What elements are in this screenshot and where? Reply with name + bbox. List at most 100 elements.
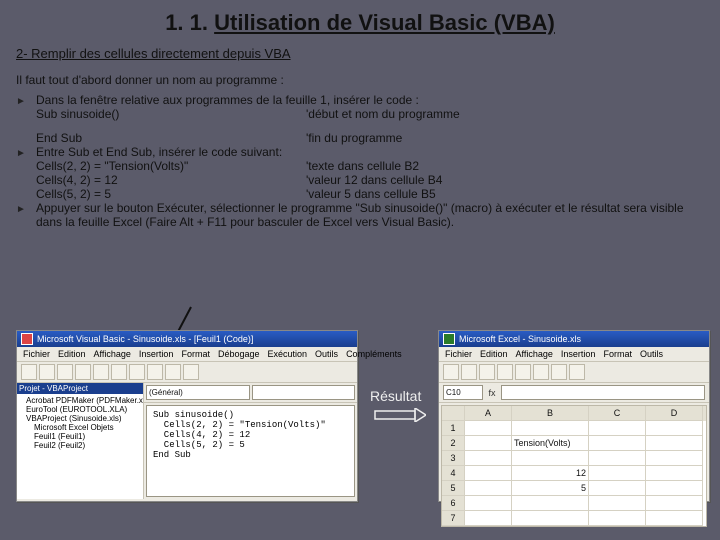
toolbar-run-button[interactable] bbox=[111, 364, 127, 380]
toolbar-button[interactable] bbox=[39, 364, 55, 380]
row-header[interactable]: 2 bbox=[442, 436, 465, 451]
cell[interactable] bbox=[589, 421, 646, 436]
fx-icon[interactable]: fx bbox=[485, 388, 499, 398]
toolbar-button[interactable] bbox=[129, 364, 145, 380]
cell[interactable]: 12 bbox=[512, 466, 589, 481]
project-node[interactable]: EuroTool (EUROTOOL.XLA) bbox=[20, 405, 140, 414]
toolbar-button[interactable] bbox=[165, 364, 181, 380]
cell[interactable] bbox=[512, 511, 589, 526]
cell[interactable] bbox=[589, 466, 646, 481]
cell[interactable] bbox=[646, 421, 703, 436]
menu-item[interactable]: Format bbox=[181, 349, 210, 359]
toolbar-button[interactable] bbox=[461, 364, 477, 380]
menu-item[interactable]: Format bbox=[603, 349, 632, 359]
toolbar-button[interactable] bbox=[443, 364, 459, 380]
menu-item[interactable]: Fichier bbox=[23, 349, 50, 359]
row-header[interactable]: 7 bbox=[442, 511, 465, 526]
spreadsheet-grid[interactable]: A B C D 12Tension(Volts)34125567 bbox=[441, 405, 707, 527]
cell[interactable] bbox=[512, 451, 589, 466]
row-header[interactable]: 3 bbox=[442, 451, 465, 466]
excel-app-icon bbox=[443, 333, 455, 345]
toolbar-button[interactable] bbox=[497, 364, 513, 380]
bullet2-lead: Entre Sub et End Sub, insérer le code su… bbox=[36, 145, 282, 159]
col-header[interactable]: C bbox=[589, 406, 646, 421]
menu-item[interactable]: Outils bbox=[640, 349, 663, 359]
project-node[interactable]: Microsoft Excel Objets bbox=[20, 423, 140, 432]
cell[interactable] bbox=[646, 481, 703, 496]
select-all-cell[interactable] bbox=[442, 406, 465, 421]
toolbar-button[interactable] bbox=[147, 364, 163, 380]
cell[interactable] bbox=[646, 436, 703, 451]
cell[interactable] bbox=[589, 496, 646, 511]
excel-menubar: Fichier Edition Affichage Insertion Format Ou… bbox=[439, 347, 709, 362]
cell[interactable] bbox=[646, 496, 703, 511]
cell[interactable] bbox=[646, 466, 703, 481]
cell[interactable] bbox=[512, 496, 589, 511]
row-header[interactable]: 1 bbox=[442, 421, 465, 436]
toolbar-button[interactable] bbox=[515, 364, 531, 380]
cell[interactable] bbox=[589, 511, 646, 526]
row-header[interactable]: 4 bbox=[442, 466, 465, 481]
menu-item[interactable]: Edition bbox=[58, 349, 86, 359]
cell[interactable]: 5 bbox=[512, 481, 589, 496]
menu-item[interactable]: Affichage bbox=[516, 349, 553, 359]
formula-bar[interactable] bbox=[501, 385, 705, 400]
cell[interactable] bbox=[512, 421, 589, 436]
cell[interactable] bbox=[646, 511, 703, 526]
toolbar-button[interactable] bbox=[479, 364, 495, 380]
project-node[interactable]: Feuil1 (Feuil1) bbox=[20, 432, 140, 441]
col-header[interactable]: A bbox=[465, 406, 512, 421]
toolbar-button[interactable] bbox=[75, 364, 91, 380]
project-node[interactable]: Feuil2 (Feuil2) bbox=[20, 441, 140, 450]
title-prefix: 1. 1. bbox=[165, 10, 208, 35]
comment-sub-open: 'début et nom du programme bbox=[306, 107, 704, 121]
menu-item[interactable]: Affichage bbox=[94, 349, 131, 359]
project-node[interactable]: VBAProject (Sinusoide.xls) bbox=[20, 414, 140, 423]
cell[interactable] bbox=[589, 481, 646, 496]
cell[interactable] bbox=[465, 481, 512, 496]
menu-item[interactable]: Débogage bbox=[218, 349, 260, 359]
menu-item[interactable]: Insertion bbox=[139, 349, 174, 359]
cell[interactable] bbox=[465, 466, 512, 481]
cell[interactable] bbox=[465, 451, 512, 466]
project-node[interactable]: Acrobat PDFMaker (PDFMaker.xla) bbox=[20, 396, 140, 405]
toolbar-button[interactable] bbox=[93, 364, 109, 380]
row-header[interactable]: 5 bbox=[442, 481, 465, 496]
object-dropdown[interactable]: (Général) bbox=[146, 385, 250, 400]
cell[interactable] bbox=[589, 451, 646, 466]
menu-item[interactable]: Edition bbox=[480, 349, 508, 359]
title-main: Utilisation de Visual Basic (VBA) bbox=[214, 10, 555, 35]
bullet1-lead: Dans la fenêtre relative aux programmes … bbox=[36, 93, 419, 107]
menu-item[interactable]: Fichier bbox=[445, 349, 472, 359]
row-header[interactable]: 6 bbox=[442, 496, 465, 511]
cell[interactable] bbox=[465, 511, 512, 526]
toolbar-button[interactable] bbox=[533, 364, 549, 380]
cell[interactable]: Tension(Volts) bbox=[512, 436, 589, 451]
menu-item[interactable]: Outils bbox=[315, 349, 338, 359]
toolbar-button[interactable] bbox=[183, 364, 199, 380]
toolbar-button[interactable] bbox=[551, 364, 567, 380]
project-explorer[interactable]: Projet - VBAProject Acrobat PDFMaker (PD… bbox=[17, 383, 144, 499]
result-arrow-icon bbox=[374, 408, 426, 422]
name-box[interactable]: C10 bbox=[443, 385, 483, 400]
result-label: Résultat bbox=[370, 388, 421, 404]
cell[interactable] bbox=[589, 436, 646, 451]
col-header[interactable]: D bbox=[646, 406, 703, 421]
project-explorer-header: Projet - VBAProject bbox=[17, 383, 143, 394]
cell[interactable] bbox=[465, 496, 512, 511]
comment-line2: 'valeur 12 dans cellule B4 bbox=[306, 173, 704, 187]
bullet3-text: Appuyer sur le bouton Exécuter, sélectio… bbox=[36, 201, 704, 229]
menu-item[interactable]: Insertion bbox=[561, 349, 596, 359]
toolbar-button[interactable] bbox=[569, 364, 585, 380]
toolbar-button[interactable] bbox=[57, 364, 73, 380]
menu-item[interactable]: Compléments bbox=[346, 349, 402, 359]
toolbar-button[interactable] bbox=[21, 364, 37, 380]
procedure-dropdown[interactable] bbox=[252, 385, 356, 400]
cell[interactable] bbox=[465, 421, 512, 436]
col-header[interactable]: B bbox=[512, 406, 589, 421]
menu-item[interactable]: Exécution bbox=[268, 349, 308, 359]
vba-titlebar: Microsoft Visual Basic - Sinusoide.xls -… bbox=[17, 331, 357, 347]
cell[interactable] bbox=[646, 451, 703, 466]
cell[interactable] bbox=[465, 436, 512, 451]
code-editor[interactable]: Sub sinusoide() Cells(2, 2) = "Tension(V… bbox=[146, 405, 355, 497]
